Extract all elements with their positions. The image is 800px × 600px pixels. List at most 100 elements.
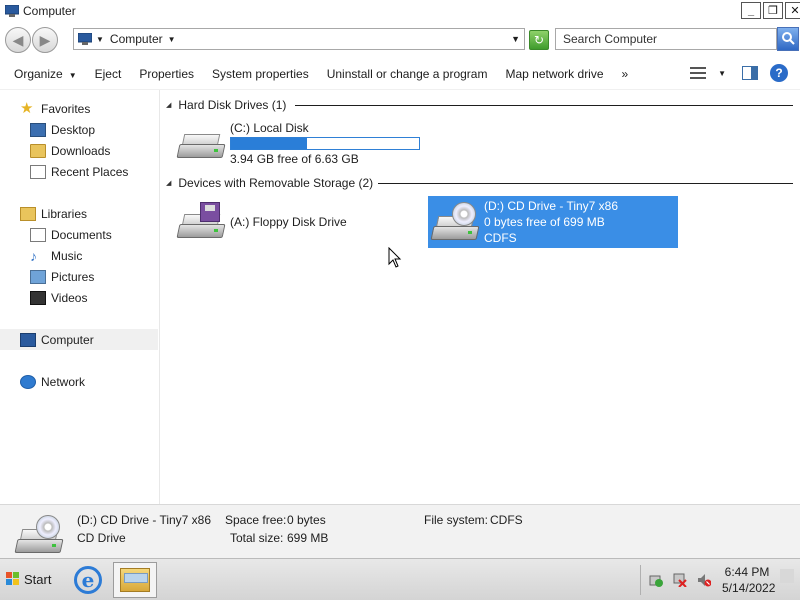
history-dropdown-icon[interactable]: ▼: [511, 34, 520, 44]
windows-explorer-icon: [120, 568, 150, 592]
taskbar-internet-explorer[interactable]: e: [66, 562, 110, 598]
forward-arrow-icon: ▶: [39, 31, 51, 48]
group-divider: [295, 105, 793, 106]
details-filesystem-label: File system:: [424, 513, 489, 527]
computer-icon: [4, 4, 20, 17]
title-bar: Computer: [0, 0, 800, 22]
sidebar-item-computer[interactable]: Computer: [0, 329, 158, 350]
search-input[interactable]: Search Computer: [555, 28, 777, 50]
map-network-drive-button[interactable]: Map network drive: [496, 67, 612, 81]
volume-muted-icon[interactable]: [697, 573, 712, 587]
organize-menu[interactable]: Organize ▼: [0, 67, 86, 81]
computer-icon: [77, 32, 93, 45]
maximize-button[interactable]: ❐: [763, 2, 783, 19]
drive-d-free-space: 0 bytes free of 699 MB: [484, 215, 605, 229]
forward-button[interactable]: ▶: [32, 27, 58, 53]
command-bar: Organize ▼ Eject Properties System proper…: [0, 58, 800, 90]
internet-explorer-icon: e: [74, 566, 102, 594]
clock-date: 5/14/2022: [722, 581, 776, 595]
sidebar-item-favorites[interactable]: ★ Favorites: [20, 98, 178, 119]
sidebar-item-network[interactable]: Network: [20, 371, 178, 392]
drive-c-capacity-bar: [230, 137, 420, 150]
close-icon: ✕: [790, 5, 800, 17]
pictures-icon: [30, 269, 46, 284]
windows-logo-icon: [6, 572, 20, 586]
chevron-down-icon: ▼: [68, 70, 77, 80]
system-clock[interactable]: 6:44 PM 5/14/2022: [722, 564, 776, 596]
navigation-pane: ★ Favorites Desktop Downloads Recent Pla…: [0, 90, 160, 504]
desktop-icon: [30, 122, 46, 137]
music-icon: ♪: [30, 247, 37, 264]
drive-c[interactable]: (C:) Local Disk 3.94 GB free of 6.63 GB: [174, 120, 424, 168]
details-space-free-value: 0 bytes: [287, 513, 326, 527]
taskbar: Start e 6:44 PM 5/14/2022: [0, 558, 800, 600]
collapse-triangle-icon: ◢: [166, 180, 172, 187]
hard-disk-icon: [176, 130, 226, 160]
downloads-folder-icon: [30, 143, 46, 158]
uninstall-program-button[interactable]: Uninstall or change a program: [318, 67, 497, 81]
chevron-down-icon[interactable]: ▼: [168, 35, 176, 44]
drive-d-name: (D:) CD Drive - Tiny7 x86: [484, 199, 619, 213]
details-space-free-label: Space free:: [225, 513, 287, 527]
search-button[interactable]: [777, 27, 799, 51]
refresh-go-icon: ↻: [533, 33, 545, 47]
clock-time: 6:44 PM: [724, 565, 770, 579]
show-desktop-button[interactable]: [780, 569, 794, 583]
system-properties-button[interactable]: System properties: [203, 67, 318, 81]
command-bar-right: ▼ ?: [690, 64, 788, 82]
drive-c-free-space: 3.94 GB free of 6.63 GB: [230, 152, 359, 166]
drive-c-capacity-fill: [231, 138, 308, 149]
cd-drive-icon: [14, 511, 64, 553]
floppy-drive-icon: [176, 202, 226, 240]
help-icon[interactable]: ?: [770, 64, 788, 82]
drive-d-filesystem: CDFS: [484, 231, 517, 245]
refresh-go-button[interactable]: ↻: [529, 30, 549, 50]
details-drive-type: CD Drive: [77, 531, 126, 545]
cd-drive-icon: [430, 202, 480, 242]
details-total-size-value: 699 MB: [287, 531, 329, 545]
restore-icon: ❐: [768, 5, 778, 17]
videos-icon: [30, 290, 46, 305]
details-filesystem-value: CDFS: [490, 513, 523, 527]
star-icon: ★: [20, 99, 34, 117]
address-bar[interactable]: ▼ Computer ▼ ▼: [73, 28, 525, 50]
window-controls: _ ❐ ✕: [739, 2, 800, 19]
back-arrow-icon: ◀: [12, 31, 24, 48]
action-center-icon[interactable]: [649, 573, 663, 587]
start-button[interactable]: Start: [2, 567, 55, 591]
group-header-hard-disk-drives[interactable]: ◢ Hard Disk Drives (1): [166, 97, 286, 113]
overflow-chevron-icon[interactable]: »: [613, 67, 638, 81]
eject-button[interactable]: Eject: [86, 67, 131, 81]
recent-places-icon: [30, 164, 46, 179]
view-dropdown-icon[interactable]: ▼: [718, 69, 726, 78]
taskbar-windows-explorer[interactable]: [113, 562, 157, 598]
details-total-size-label: Total size:: [230, 531, 284, 545]
properties-button[interactable]: Properties: [130, 67, 203, 81]
breadcrumb-arrow-icon[interactable]: ▼: [96, 35, 104, 44]
documents-icon: [30, 227, 46, 242]
group-divider: [378, 183, 793, 184]
drive-d[interactable]: (D:) CD Drive - Tiny7 x86 0 bytes free o…: [428, 196, 678, 248]
minimize-icon: _: [747, 4, 755, 17]
notification-area: [640, 565, 720, 595]
network-icon: [20, 374, 36, 389]
back-button[interactable]: ◀: [5, 27, 31, 53]
network-disconnected-icon[interactable]: [673, 573, 687, 588]
group-header-removable-storage[interactable]: ◢ Devices with Removable Storage (2): [166, 175, 373, 191]
collapse-triangle-icon: ◢: [166, 102, 172, 109]
preview-pane-icon[interactable]: [742, 66, 758, 80]
change-view-icon[interactable]: [690, 66, 707, 80]
address-row: ◀ ▶ ▼ Computer ▼ ▼ ↻ Search Computer: [0, 22, 800, 58]
breadcrumb-computer[interactable]: Computer: [110, 32, 163, 46]
details-pane: (D:) CD Drive - Tiny7 x86 CD Drive Space…: [0, 504, 800, 558]
mouse-pointer-icon: [388, 246, 402, 272]
sidebar-item-libraries[interactable]: Libraries: [20, 203, 178, 224]
minimize-button[interactable]: _: [741, 2, 761, 19]
drive-a[interactable]: (A:) Floppy Disk Drive: [174, 198, 394, 246]
window-title: Computer: [23, 4, 76, 18]
libraries-icon: [20, 206, 36, 221]
computer-icon: [20, 332, 36, 347]
search-placeholder: Search Computer: [563, 32, 658, 46]
content-pane: ◢ Hard Disk Drives (1) (C:) Local Disk 3…: [160, 90, 800, 504]
close-button[interactable]: ✕: [785, 2, 800, 19]
